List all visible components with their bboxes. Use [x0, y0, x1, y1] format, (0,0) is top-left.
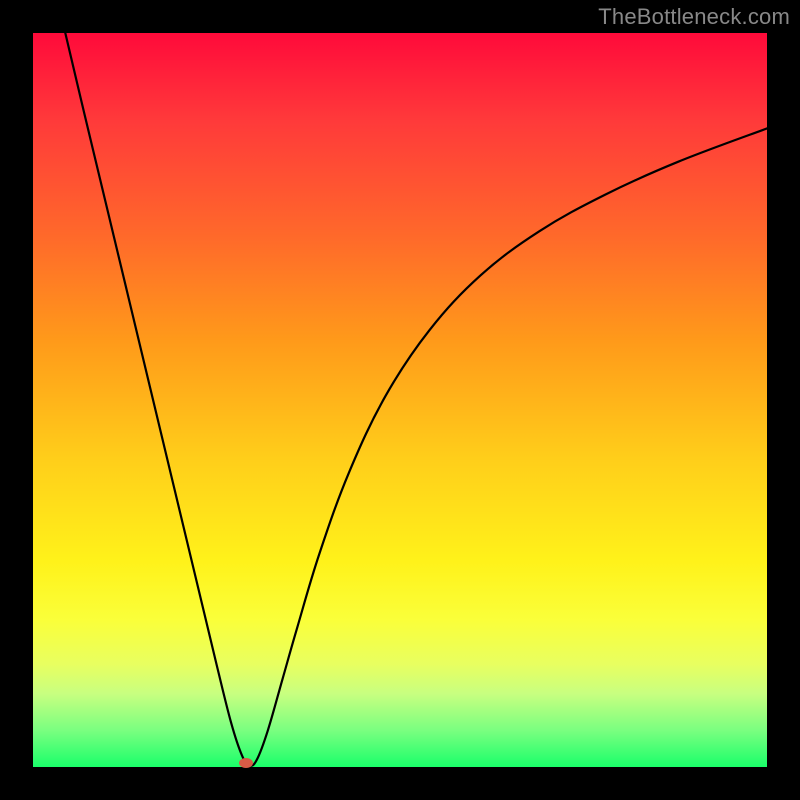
curve-svg — [33, 33, 767, 767]
watermark-text: TheBottleneck.com — [598, 4, 790, 30]
bottleneck-curve — [65, 33, 767, 766]
chart-frame: TheBottleneck.com — [0, 0, 800, 800]
min-marker — [239, 758, 253, 768]
plot-area — [33, 33, 767, 767]
